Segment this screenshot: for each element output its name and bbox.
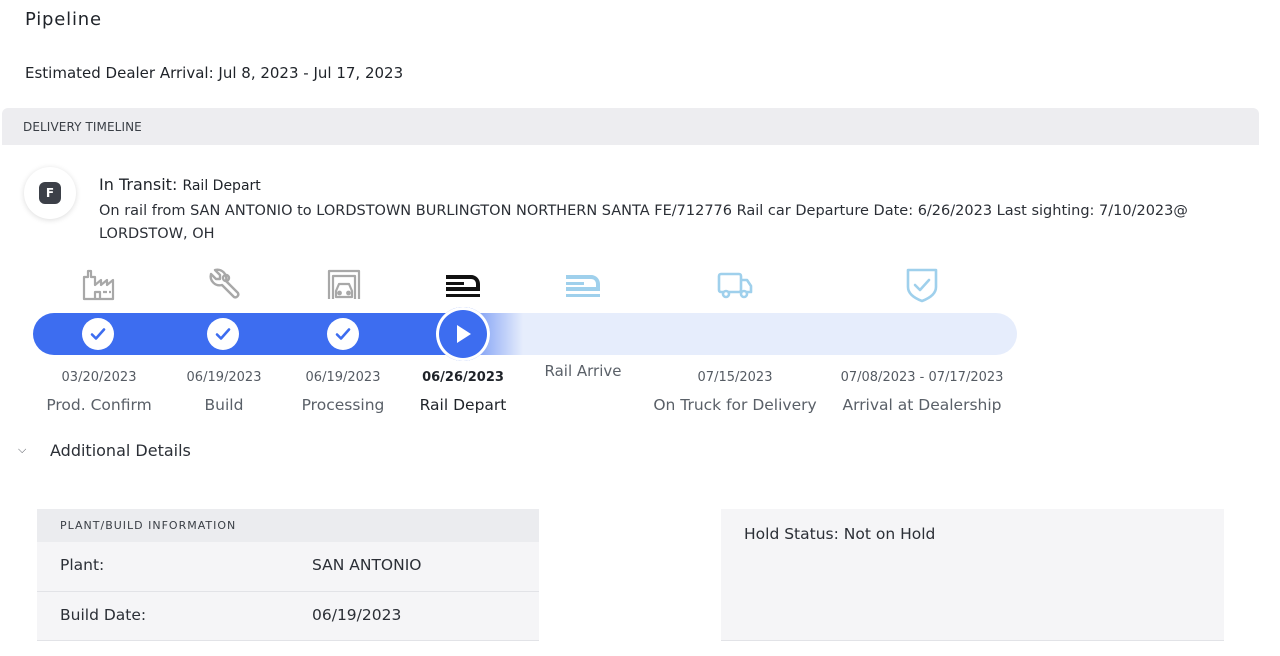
step-label: Arrival at Dealership (842, 396, 1002, 414)
timeline-header: DELIVERY TIMELINE (2, 108, 1259, 145)
plant-value: SAN ANTONIO (312, 556, 422, 574)
factory-icon (82, 269, 115, 301)
garage-car-icon (327, 269, 361, 299)
step-label: Rail Depart (419, 396, 507, 414)
status-badge: F (39, 182, 61, 204)
train-icon (446, 275, 480, 297)
train-icon (566, 275, 600, 297)
hold-status-card: Hold Status: Not on Hold (721, 509, 1224, 641)
estimated-arrival: Estimated Dealer Arrival: Jul 8, 2023 - … (25, 64, 404, 82)
page-title: Pipeline (25, 9, 102, 30)
plant-build-header-title: PLANT/BUILD INFORMATION (60, 519, 237, 532)
row-divider (37, 640, 539, 641)
build-date-value: 06/19/2023 (312, 606, 402, 624)
current-step-play-icon (436, 307, 490, 361)
status-title: In Transit: Rail Depart (99, 175, 261, 194)
chevron-down-icon: ⌵ (18, 443, 27, 456)
shield-check-icon (906, 268, 938, 303)
status-description: On rail from SAN ANTONIO to LORDSTOWN BU… (99, 203, 1188, 242)
truck-icon (717, 272, 753, 299)
step-check-icon (82, 318, 114, 350)
step-date: 07/08/2023 - 07/17/2023 (840, 370, 1004, 385)
plant-key: Plant: (60, 556, 105, 574)
plant-build-card: PLANT/BUILD INFORMATION Plant: SAN ANTON… (37, 509, 539, 641)
step-label: Rail Arrive (544, 362, 622, 380)
status-title-label: In Transit: (99, 175, 178, 194)
row-divider (37, 591, 539, 592)
plant-build-header: PLANT/BUILD INFORMATION (37, 509, 539, 542)
status-subtitle: Rail Depart (182, 178, 261, 194)
status-badge-wrap: F (24, 167, 76, 219)
wrench-icon (209, 268, 240, 299)
step-check-icon (327, 318, 359, 350)
step-label: On Truck for Delivery (653, 396, 817, 414)
hold-status-text: Hold Status: Not on Hold (744, 525, 936, 543)
step-check-icon (207, 318, 239, 350)
additional-details-label: Additional Details (50, 441, 191, 460)
timeline-header-title: DELIVERY TIMELINE (23, 120, 142, 134)
build-date-key: Build Date: (60, 606, 147, 624)
